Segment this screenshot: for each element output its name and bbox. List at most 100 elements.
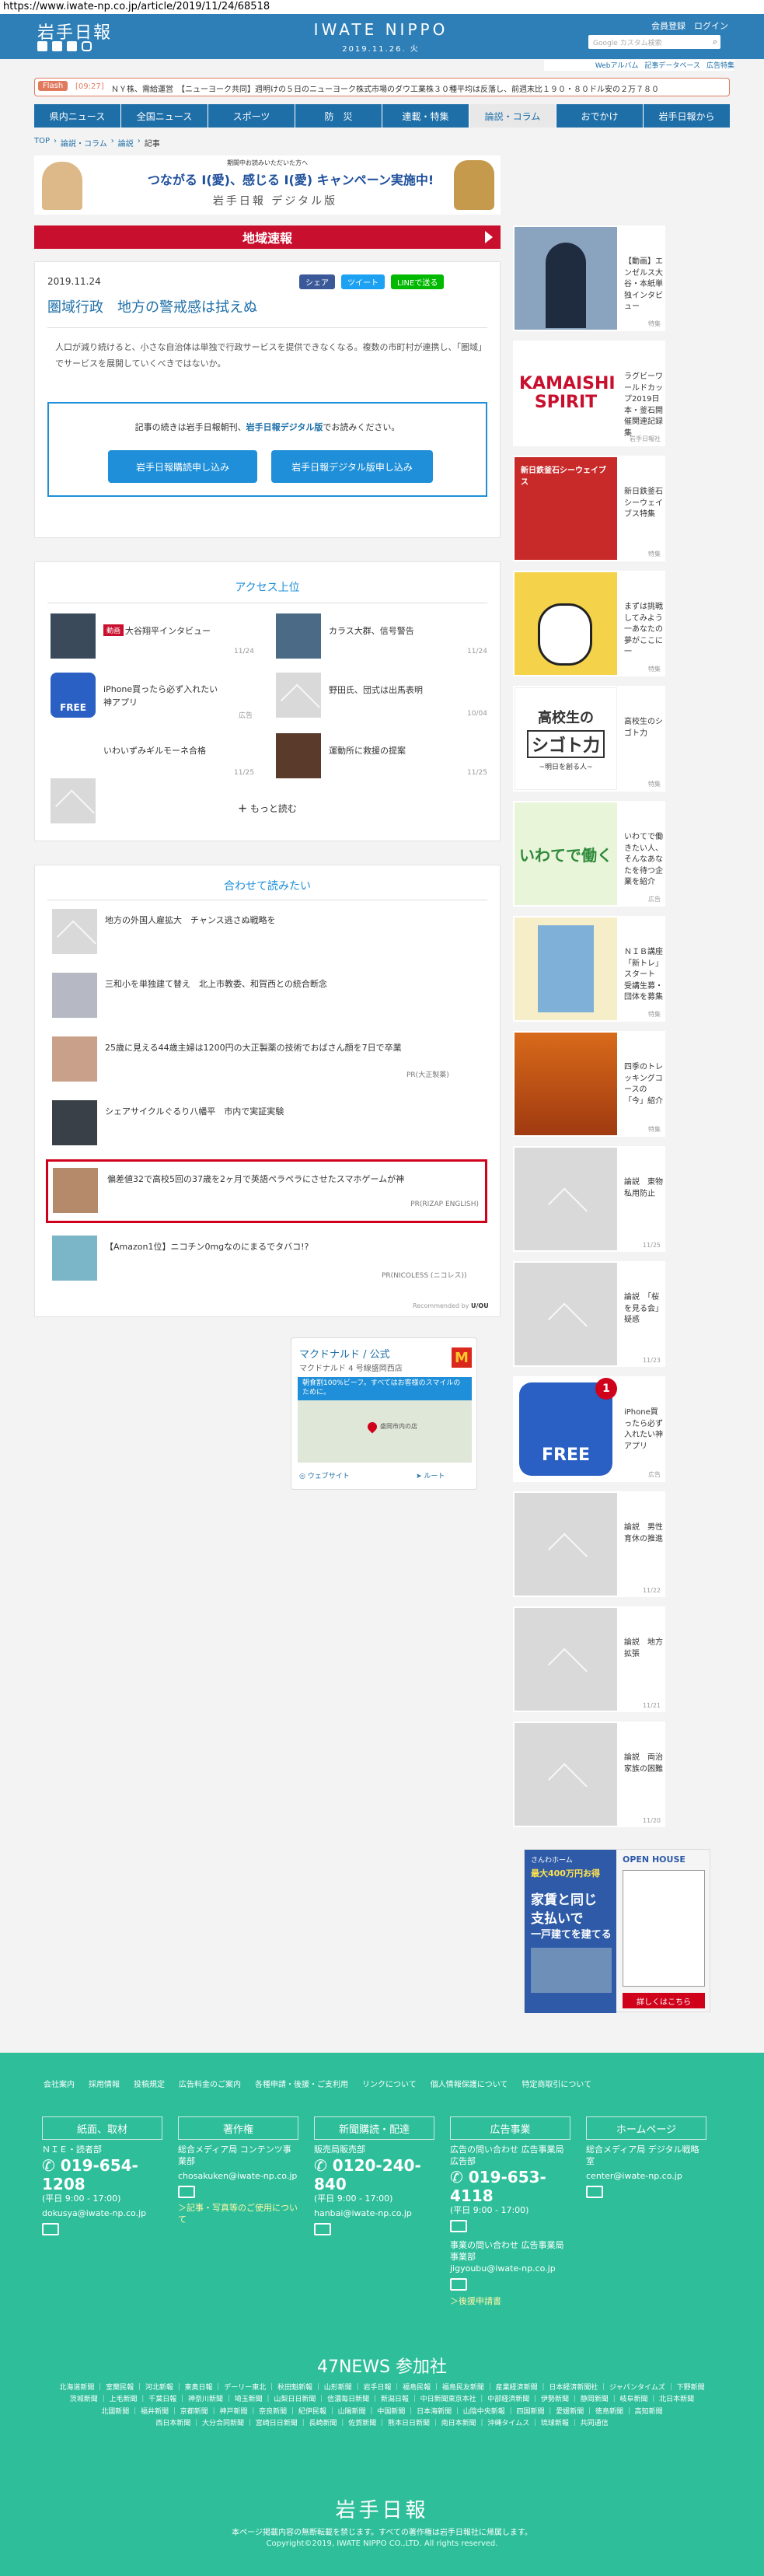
sidebar-item[interactable]: 論説 地方拡張 11/21 <box>513 1606 665 1712</box>
center-logo[interactable]: IWATE NIPPO <box>295 20 466 39</box>
subscribe-button[interactable]: 岩手日報購読申し込み <box>108 450 257 483</box>
nav-item-disaster[interactable]: 防 災 <box>295 104 382 128</box>
footer-phone[interactable]: ✆ 019-654-1208 <box>42 2156 166 2193</box>
sidebar-item[interactable]: まずは挑戦してみよう一あなたの夢がここに一 特集 <box>513 571 665 676</box>
ranking-item-title[interactable]: いわいずみギルモーネ合格 <box>103 744 235 757</box>
section-bar[interactable]: 地域速報 <box>34 225 501 249</box>
related-thumb[interactable] <box>52 973 97 1018</box>
register-link[interactable]: 会員登録 <box>651 19 686 32</box>
breadcrumb-ronsetsu[interactable]: 論説 <box>118 137 134 149</box>
sidebar-item[interactable]: 論説 両治家族の困難 11/20 <box>513 1721 665 1827</box>
mail-icon[interactable] <box>586 2185 603 2198</box>
facebook-share-button[interactable]: シェア <box>299 274 335 289</box>
sidebar-item[interactable]: KAMAISHI SPIRIT ラグビーワールドカップ2019日本・釜石開催関連… <box>513 341 665 446</box>
related-item-title[interactable]: シェアサイクルぐるり八幡平 市内で実証実験 <box>105 1105 478 1117</box>
footer-phone[interactable]: ✆ 019-653-4118 <box>450 2168 574 2205</box>
footer-mail[interactable]: chosakuken@iwate-np.co.jp <box>178 2171 302 2183</box>
map-ad[interactable]: マクドナルド / 公式 マクドナルド 4 号線盛岡西店 M 朝食割100%ビーフ… <box>291 1337 477 1490</box>
campaign-banner[interactable]: 期間中お読みいただいた方へ つながる I(愛)、感じる I(愛) キャンペーン実… <box>34 156 501 215</box>
nav-item-from-iwate[interactable]: 岩手日報から <box>644 104 730 128</box>
footer-link[interactable]: 会社案内 <box>44 2078 75 2089</box>
footer-link[interactable]: 広告料金のご案内 <box>179 2078 241 2089</box>
sub-link-ad[interactable]: 広告特集 <box>706 60 734 71</box>
footer-link[interactable]: 各種申請・後援・ご支利用 <box>255 2078 348 2089</box>
more-button[interactable]: ＋ もっと読む <box>35 802 500 815</box>
footer-box-homepage[interactable]: ホームページ <box>586 2116 706 2140</box>
facebook-icon[interactable] <box>52 41 62 51</box>
breadcrumb-top[interactable]: TOP <box>34 137 50 149</box>
footer-link[interactable]: 特定商取引について <box>522 2078 591 2089</box>
side-ad[interactable]: さんわホーム 最大400万円お得 家賃と同じ 支払いで 一戸建てを建てる OPE… <box>524 1849 710 2013</box>
breadcrumb-editorial[interactable]: 論説・コラム <box>61 137 107 149</box>
site-logo[interactable]: 岩手日報 <box>37 19 112 44</box>
sidebar-item[interactable]: ＮＩＢ講座「新トレ」スタート 受講生募・団体を募集 特集 <box>513 916 665 1022</box>
sidebar-item[interactable]: FREE 1 iPhone買ったら必ず入れたい神アプリ 広告 <box>513 1376 665 1482</box>
instagram-icon[interactable] <box>82 41 92 51</box>
related-thumb[interactable] <box>52 1100 97 1145</box>
mail-icon[interactable] <box>450 2219 467 2232</box>
footer-mail[interactable]: center@iwate-np.co.jp <box>586 2171 710 2183</box>
related-thumb[interactable] <box>52 1236 97 1281</box>
related-thumb[interactable] <box>53 1168 98 1213</box>
footer-logo[interactable]: 岩手日報 <box>0 2494 764 2523</box>
papers-row[interactable]: 西日本新聞 ｜ 大分合同新聞 ｜ 宮崎日日新聞 ｜ 長崎新聞 ｜ 佐賀新聞 ｜ … <box>23 2418 741 2430</box>
twitter-share-button[interactable]: ツイート <box>341 274 385 289</box>
ranking-thumb[interactable] <box>276 733 321 778</box>
related-item-title[interactable]: 【Amazon1位】ニコチン0mgなのにまるでタバコ!? <box>105 1240 478 1253</box>
footer-link[interactable]: リンクについて <box>362 2078 417 2089</box>
search-input[interactable]: Google カスタム検索 ⌕ <box>588 35 720 49</box>
footer-mail[interactable]: dokusya@iwate-np.co.jp <box>42 2208 166 2220</box>
map-area[interactable]: 朝食割100%ビーフ。すべてはお客様のスマイルのために。 盛岡市内の店 <box>298 1377 472 1463</box>
ranking-item-title[interactable]: 大谷翔平インタビュー <box>125 624 257 637</box>
map-web-button[interactable]: ◎ ウェブサイト <box>299 1470 350 1480</box>
youtube-icon[interactable] <box>67 41 77 51</box>
footer-mail[interactable]: jigyoubu@iwate-np.co.jp <box>450 2263 574 2275</box>
papers-row[interactable]: 茨城新聞 ｜ 上毛新聞 ｜ 千葉日報 ｜ 神奈川新聞 ｜ 埼玉新聞 ｜ 山梨日日… <box>23 2394 741 2406</box>
nav-item-outing[interactable]: おでかけ <box>556 104 644 128</box>
flash-text[interactable]: ＮＹ株、需給運営 【ニューヨーク共同】週明けの５日のニューヨーク株式市場のダウ工… <box>111 82 725 94</box>
sidebar-item[interactable]: 四季のトレッキングコースの「今」紹介 特集 <box>513 1031 665 1137</box>
mail-icon[interactable] <box>450 2277 467 2291</box>
footer-link[interactable]: 個人情報保護について <box>431 2078 508 2089</box>
related-item-title[interactable]: 偏差値32で高校5回の37歳を2ヶ月で英語ペラペラにさせたスマホゲームが神 <box>107 1173 480 1185</box>
footer-link[interactable]: 採用情報 <box>89 2078 120 2089</box>
ranking-item-title[interactable]: iPhone買ったら必ず入れたい神アプリ <box>103 683 220 709</box>
ranking-thumb[interactable] <box>51 613 96 659</box>
ranking-thumb[interactable] <box>51 778 96 823</box>
sidebar-item[interactable]: 高校生の シゴト力 ~明日を創る人~ 高校生のシゴト力 特集 <box>513 686 665 792</box>
nav-item-local[interactable]: 県内ニュース <box>34 104 121 128</box>
sidebar-item[interactable]: 【動画】エンゼルス大谷・本紙単独インタビュー 特集 <box>513 225 665 331</box>
papers-row[interactable]: 北海道新聞 ｜ 室蘭民報 ｜ 河北新報 ｜ 東奥日報 ｜ デーリー東北 ｜ 秋田… <box>23 2382 741 2394</box>
footer-link[interactable]: 投稿規定 <box>134 2078 165 2089</box>
related-item-highlighted[interactable]: 偏差値32で高校5回の37歳を2ヶ月で英語ペラペラにさせたスマホゲームが神 PR… <box>46 1159 487 1223</box>
related-thumb[interactable] <box>52 909 97 954</box>
ranking-item-title[interactable]: 野田氏、団式は出馬表明 <box>329 683 461 696</box>
sidebar-item[interactable]: 新日鉄釜石シーウェイブス 新日鉄釜石シーウェイブス特集 特集 <box>513 456 665 561</box>
footer-box-copyright[interactable]: 著作権 <box>178 2116 298 2140</box>
footer-box-subscription[interactable]: 新聞購読・配達 <box>314 2116 434 2140</box>
footer-note-link[interactable]: ＞後援申請書 <box>450 2296 574 2308</box>
ranking-thumb[interactable] <box>276 673 321 718</box>
sub-link-database[interactable]: 記事データベース <box>644 60 700 71</box>
map-ad-title[interactable]: マクドナルド / 公式 <box>299 1346 390 1361</box>
twitter-icon[interactable] <box>37 41 47 51</box>
ranking-item-title[interactable]: カラス大群、信号警告 <box>329 624 461 637</box>
sub-link-album[interactable]: Webアルバム <box>595 60 639 71</box>
sidebar-item[interactable]: いわてで働く いわてで働きたい人、そんなあなたを待つ企業を紹介 広告 <box>513 801 665 907</box>
footer-note-link[interactable]: ＞記事・写真等のご使用について <box>178 2203 302 2226</box>
side-ad-button[interactable]: 詳しくはこちら <box>623 1993 705 2008</box>
nav-item-series[interactable]: 連載・特集 <box>382 104 469 128</box>
related-item-title[interactable]: 三和小を単独建て替え 北上市教委、和賀西との統合断念 <box>105 977 478 990</box>
mail-icon[interactable] <box>42 2222 59 2235</box>
login-link[interactable]: ログイン <box>694 19 728 32</box>
ranking-item-title[interactable]: 運動所に救援の提案 <box>329 744 461 757</box>
url-bar[interactable]: https://www.iwate-np.co.jp/article/2019/… <box>0 0 764 14</box>
mail-icon[interactable] <box>178 2185 195 2198</box>
related-item-title[interactable]: 地方の外国人雇拡大 チャンス逃さぬ戦略を <box>105 914 478 926</box>
sidebar-item[interactable]: 論説 東物私用防止 11/25 <box>513 1146 665 1252</box>
line-share-button[interactable]: LINEで送る <box>391 274 445 289</box>
search-icon[interactable]: ⌕ <box>713 37 717 47</box>
footer-box-ad[interactable]: 広告事業 <box>450 2116 570 2140</box>
map-route-button[interactable]: ➤ ルート <box>416 1470 445 1480</box>
digital-link[interactable]: 岩手日報デジタル版 <box>246 422 323 432</box>
